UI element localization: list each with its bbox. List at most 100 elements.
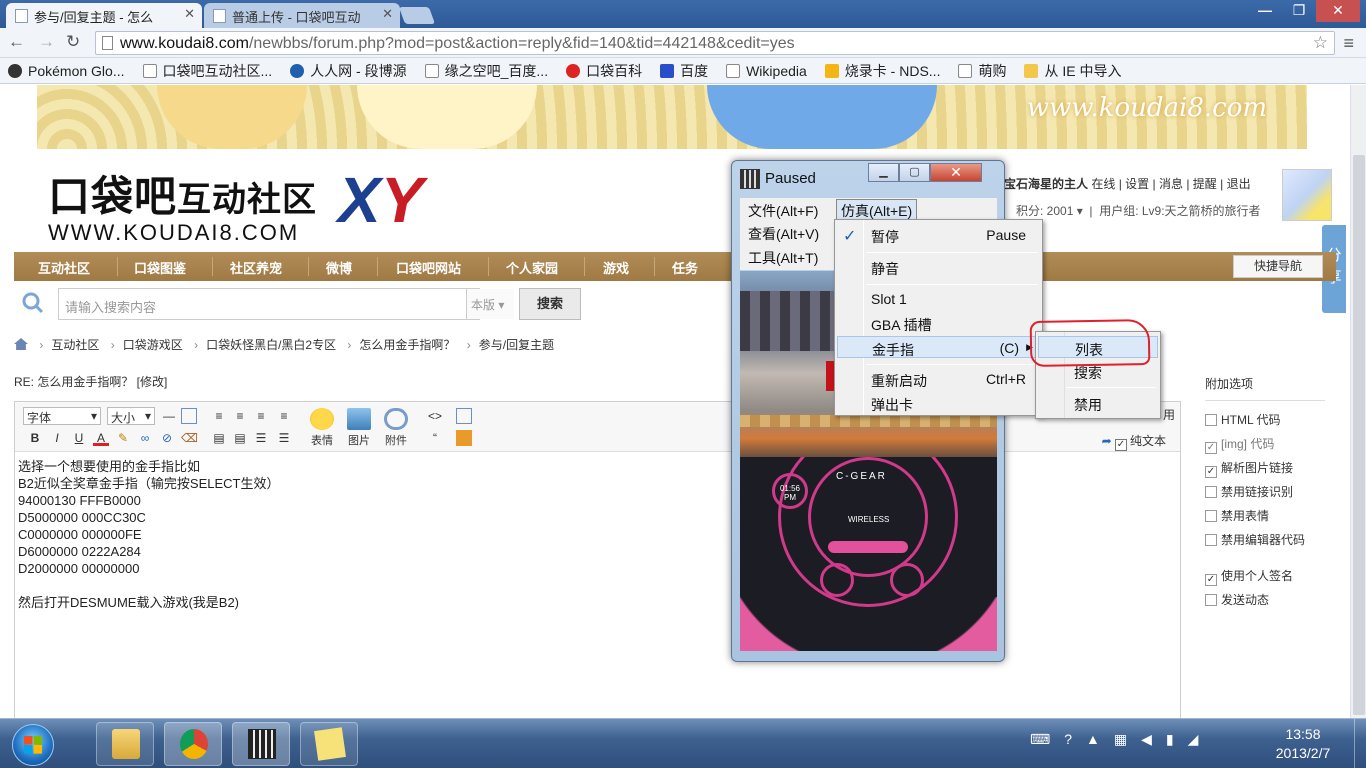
cgear-wifi-button[interactable] [890,563,924,597]
link-icon[interactable]: ∞ [137,430,153,446]
bookmark-tieba[interactable]: 缘之空吧_百度... [424,61,548,81]
submenu-item-disable[interactable]: 禁用 [1038,392,1158,414]
show-desktop-button[interactable] [1354,719,1366,768]
tab-reply-topic[interactable]: 参与/回复主题 - 怎么 ✕ [6,3,202,28]
highlight-icon[interactable]: ✎ [115,430,131,446]
underline-icon[interactable]: U [71,430,87,446]
crumb-game-zone[interactable]: 口袋游戏区 [123,338,183,352]
bookmark-star-icon[interactable]: ☆ [1313,33,1328,53]
username-link[interactable]: 宝石海星的主人 [1004,177,1088,191]
start-button[interactable] [12,724,54,766]
eraser-icon[interactable]: ⌫ [181,430,198,446]
undo-icon[interactable]: ➦ [1102,434,1112,448]
tray-expand-icon[interactable]: ▲ [1086,731,1100,748]
network-error-icon[interactable]: ▦ [1114,731,1127,748]
nav-weibo[interactable]: 微博 [326,258,352,277]
settings-link[interactable]: 设置 [1125,177,1149,191]
bookmark-flashcard[interactable]: 烧录卡 - NDS... [824,61,940,81]
emoji-button[interactable]: 表情 [307,408,337,448]
cgear-ir-button[interactable] [820,563,854,597]
option-html-code[interactable]: HTML 代码 [1205,411,1325,435]
font-select[interactable]: 字体 ▾ [23,407,101,425]
quick-nav-button[interactable]: 快捷导航 [1233,255,1323,278]
points-link[interactable]: 积分: 2001 [1016,204,1073,218]
bookmark-koudai8[interactable]: 口袋吧互动社区... [142,61,272,81]
menu-item-restart[interactable]: 重新启动 Ctrl+R [837,368,1040,390]
volume-icon[interactable]: ◀ [1141,731,1152,748]
battery-icon[interactable]: ▮ [1166,731,1174,748]
search-scope-select[interactable]: 本版 ▾ [466,289,514,319]
unlink-icon[interactable]: ⊘ [159,430,175,446]
align-justify-icon[interactable]: ≡ [276,408,292,424]
option-img-code[interactable]: ✓ [img] 代码 [1205,435,1325,459]
option-parse-image-links[interactable]: ✓ 解析图片链接 [1205,459,1325,483]
close-icon[interactable]: ✕ [184,6,195,22]
nav-pets[interactable]: 社区养宠 [230,258,282,277]
user-group-link[interactable]: 用户组: Lv9:天之箭桥的旅行者 [1099,204,1260,218]
bookmark-import-ie[interactable]: 从 IE 中导入 [1024,61,1121,81]
forward-icon[interactable]: → [38,32,55,52]
menu-item-cheats[interactable]: 金手指 (C) ▶ [837,336,1040,358]
size-select[interactable]: 大小 ▾ [107,407,155,425]
taskbar-sticky-notes[interactable] [300,722,358,766]
signal-icon[interactable]: ◢ [1188,731,1199,748]
search-input[interactable]: 请输入搜索内容 [58,288,480,320]
minimize-icon[interactable]: ▁ [868,163,899,182]
avatar[interactable] [1282,169,1332,221]
close-window-icon[interactable]: ✕ [1316,0,1360,22]
site-logo[interactable]: 口袋吧互动社区 WWW.KOUDAI8.COM XY [48,163,423,246]
online-status[interactable]: 在线 [1091,177,1115,191]
align-right-icon[interactable]: ≡ [253,408,269,424]
editor-content[interactable]: 选择一个想要使用的金手指比如 B2近似全奖章金手指（输完按SELECT生效） 9… [18,458,279,611]
messages-link[interactable]: 消息 [1159,177,1183,191]
menu-tools[interactable]: 工具(Alt+T) [748,248,818,268]
taskbar-explorer[interactable] [96,722,154,766]
quote-icon[interactable]: “ [427,430,443,446]
italic-icon[interactable]: I [49,430,65,446]
minimize-icon[interactable]: — [1248,0,1282,22]
reload-icon[interactable]: ↻ [66,32,80,52]
maximize-icon[interactable]: ❐ [1282,0,1316,22]
menu-item-mute[interactable]: 静音 [837,256,1040,278]
notifications-link[interactable]: 提醒 [1193,177,1217,191]
bookmark-menggou[interactable]: 萌购 [958,61,1006,81]
menu-file[interactable]: 文件(Alt+F) [748,201,818,221]
option-use-signature[interactable]: ✓ 使用个人签名 [1205,567,1325,591]
ordered-list-icon[interactable]: ☰ [253,430,269,446]
attachment-button[interactable]: 附件 [381,408,411,448]
page-scrollbar[interactable] [1350,85,1366,718]
table-icon[interactable] [181,408,197,424]
option-disable-link-detect[interactable]: 禁用链接识别 [1205,483,1325,507]
home-icon[interactable] [14,338,28,350]
menu-item-slot1[interactable]: Slot 1 [837,288,1040,310]
tab-upload[interactable]: 普通上传 - 口袋吧互动 ✕ [204,3,400,28]
option-disable-smilies[interactable]: 禁用表情 [1205,507,1325,531]
close-icon[interactable]: ✕ [930,163,982,182]
float-left-icon[interactable]: ▤ [211,430,227,446]
help-icon[interactable]: ? [1064,731,1072,748]
bookmark-baidu[interactable]: 百度 [660,61,708,81]
align-left-icon[interactable]: ≡ [211,408,227,424]
bookmark-pokemon[interactable]: Pokémon Glo... [8,63,125,79]
bullet-list-icon[interactable]: ☰ [276,430,292,446]
maximize-icon[interactable]: ▢ [899,163,930,182]
new-tab-button[interactable] [398,7,436,24]
free-icon[interactable] [456,430,472,446]
menu-item-gba-slot[interactable]: GBA 插槽 [837,312,1040,334]
keyboard-icon[interactable]: ⌨ [1030,731,1050,748]
back-icon[interactable]: ← [8,32,25,52]
menu-view[interactable]: 查看(Alt+V) [748,224,819,244]
nav-tasks[interactable]: 任务 [672,258,698,277]
crumb-bw-zone[interactable]: 口袋妖怪黑白/黑白2专区 [206,338,336,352]
logout-link[interactable]: 退出 [1227,177,1251,191]
nav-games[interactable]: 游戏 [603,258,629,277]
bold-icon[interactable]: B [27,430,43,446]
menu-icon[interactable]: ≡ [1343,33,1354,54]
search-button[interactable]: 搜索 [519,288,581,320]
address-bar[interactable]: www.koudai8.com/newbbs/forum.php?mod=pos… [95,31,1335,55]
nav-community[interactable]: 互动社区 [38,258,90,277]
scrollbar-thumb[interactable] [1353,155,1365,715]
float-right-icon[interactable]: ▤ [232,430,248,446]
crumb-community[interactable]: 互动社区 [51,338,99,352]
option-send-feed[interactable]: 发送动态 [1205,591,1325,615]
